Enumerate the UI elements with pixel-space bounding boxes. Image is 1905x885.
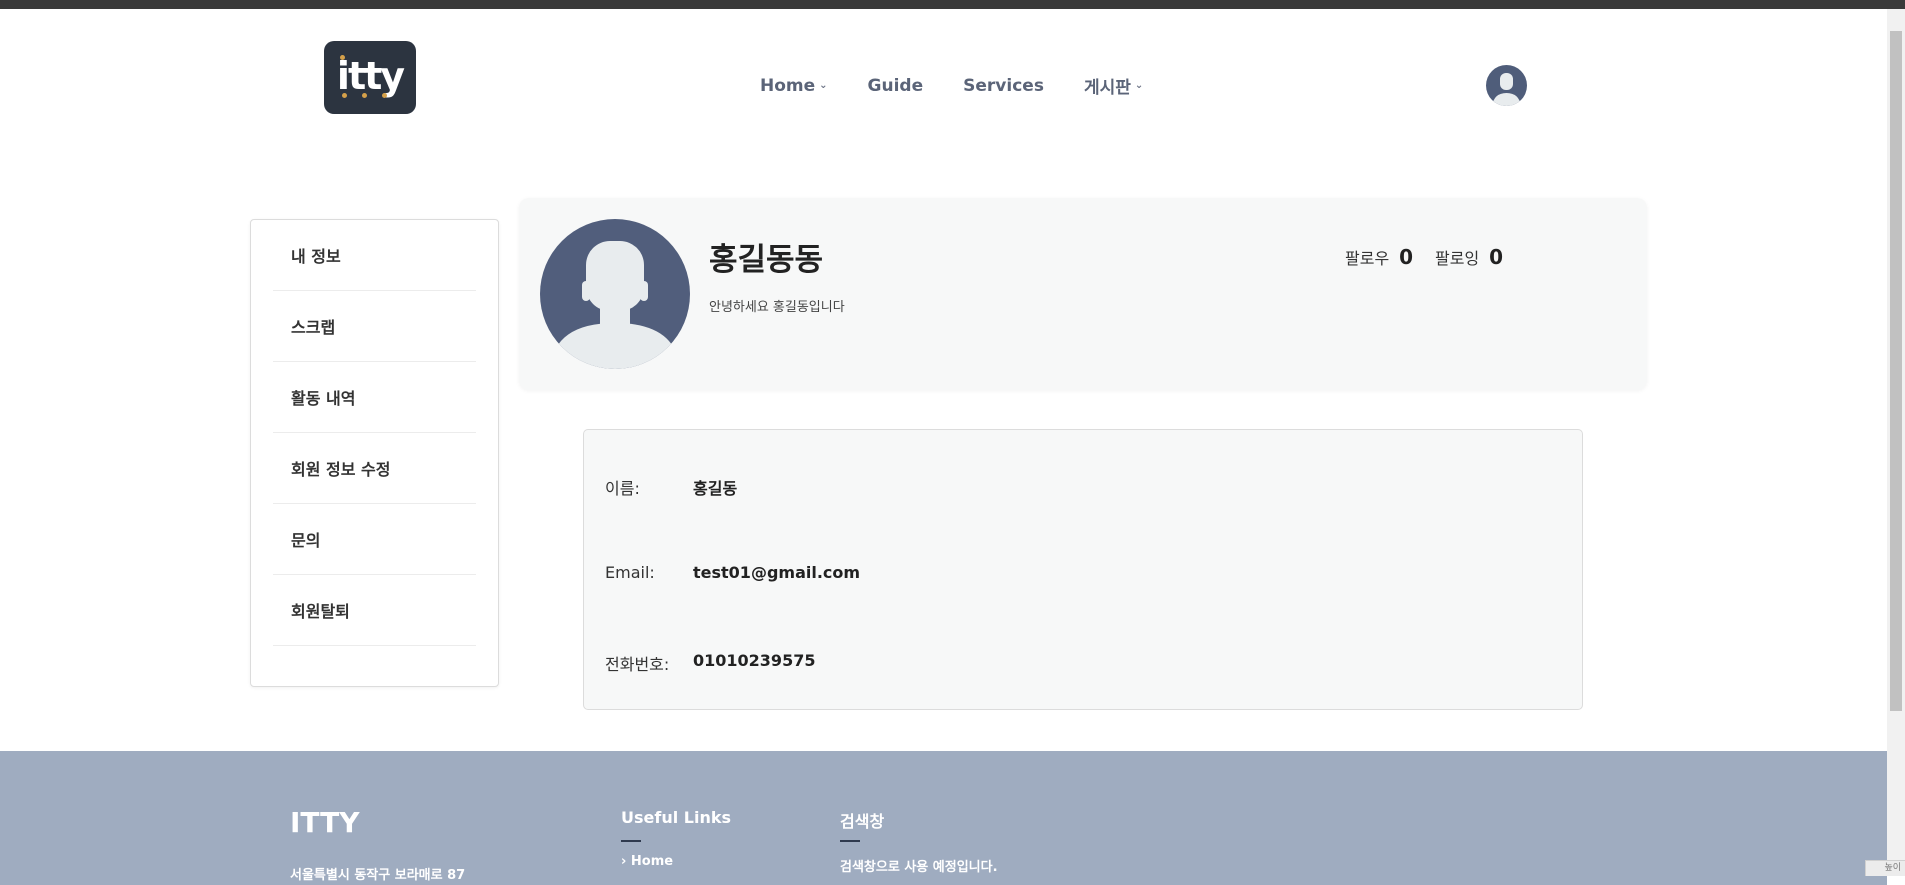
- profile-bio: 안녕하세요 홍길동입니다: [709, 296, 845, 315]
- followers-stat[interactable]: 팔로우 0: [1345, 245, 1413, 269]
- sidebar-item-label: 회원탈퇴: [291, 598, 350, 622]
- nav-board[interactable]: 게시판 ⌄: [1084, 73, 1143, 98]
- user-info-card: 이름: 홍길동 Email: test01@gmail.com 전화번호: 01…: [583, 429, 1583, 710]
- sidebar-item-label: 회원 정보 수정: [291, 456, 390, 480]
- nav-services-label: Services: [963, 76, 1044, 96]
- logo-dot-icon: [340, 55, 345, 60]
- vertical-scrollbar[interactable]: [1887, 9, 1905, 876]
- logo-text: itty: [337, 54, 403, 98]
- profile-card: 홍길동동 안녕하세요 홍길동입니다 팔로우 0 팔로잉 0: [519, 198, 1647, 390]
- chevron-down-icon: ⌄: [1135, 80, 1143, 91]
- profile-name: 홍길동동: [709, 234, 823, 279]
- logo-dot-icon: [342, 93, 347, 98]
- footer-search-text: 검색창으로 사용 예정입니다.: [840, 856, 998, 875]
- user-avatar-icon: [1486, 65, 1527, 106]
- nav-services[interactable]: Services: [963, 73, 1044, 98]
- page: itty Home ⌄ Guide Services 게시판 ⌄ 내 정보 스크…: [0, 9, 1887, 876]
- sidebar-item-withdraw[interactable]: 회원탈퇴: [273, 575, 476, 646]
- followers-count: 0: [1399, 245, 1413, 269]
- browser-top-bar: [0, 0, 1905, 9]
- main-nav: Home ⌄ Guide Services 게시판 ⌄: [760, 73, 1183, 98]
- nav-guide-label: Guide: [868, 76, 924, 96]
- name-label: 이름:: [605, 475, 693, 499]
- sidebar-item-my-info[interactable]: 내 정보: [273, 220, 476, 291]
- nav-guide[interactable]: Guide: [868, 73, 924, 98]
- sidebar-item-label: 스크랩: [291, 314, 335, 338]
- sidebar-item-edit-profile[interactable]: 회원 정보 수정: [273, 433, 476, 504]
- info-row-email: Email: test01@gmail.com: [605, 563, 860, 582]
- profile-avatar[interactable]: [540, 219, 690, 369]
- footer-divider: [621, 840, 641, 842]
- nav-home[interactable]: Home ⌄: [760, 73, 828, 98]
- email-label: Email:: [605, 563, 693, 582]
- phone-value: 01010239575: [693, 651, 815, 675]
- sidebar-item-inquiry[interactable]: 문의: [273, 504, 476, 575]
- following-label: 팔로잉: [1435, 245, 1479, 269]
- sidebar-item-label: 문의: [291, 527, 320, 551]
- phone-label: 전화번호:: [605, 651, 693, 675]
- footer-links-title: Useful Links: [621, 808, 731, 827]
- site-logo[interactable]: itty: [324, 41, 416, 114]
- chevron-down-icon: ⌄: [819, 80, 827, 91]
- footer-search-title: 검색창: [840, 808, 884, 832]
- resize-label: 높이: [1884, 863, 1901, 873]
- info-row-phone: 전화번호: 01010239575: [605, 651, 815, 675]
- nav-board-label: 게시판: [1084, 73, 1131, 98]
- followers-label: 팔로우: [1345, 245, 1389, 269]
- info-row-name: 이름: 홍길동: [605, 475, 737, 499]
- scrollbar-thumb[interactable]: [1890, 31, 1902, 711]
- chevron-right-icon: ›: [621, 854, 631, 869]
- logo-dot-icon: [382, 93, 387, 98]
- email-value: test01@gmail.com: [693, 563, 860, 582]
- user-avatar-icon: [540, 219, 690, 369]
- footer-brand: ITTY: [290, 806, 360, 839]
- logo-dot-icon: [362, 93, 367, 98]
- footer-divider: [840, 840, 860, 842]
- footer-link-label: Home: [631, 854, 673, 869]
- name-value: 홍길동: [693, 475, 737, 499]
- footer-address: 서울특별시 동작구 보라매로 87: [290, 864, 465, 883]
- sidebar-item-label: 내 정보: [291, 243, 341, 267]
- mypage-sidebar: 내 정보 스크랩 활동 내역 회원 정보 수정 문의 회원탈퇴: [250, 219, 499, 687]
- sidebar-item-activity[interactable]: 활동 내역: [273, 362, 476, 433]
- footer-link-home[interactable]: › Home: [621, 854, 673, 869]
- following-count: 0: [1489, 245, 1503, 269]
- sidebar-item-label: 활동 내역: [291, 385, 355, 409]
- header-user-avatar[interactable]: [1486, 65, 1527, 106]
- site-footer: ITTY 서울특별시 동작구 보라매로 87 Useful Links › Ho…: [0, 751, 1887, 885]
- sidebar-item-scrap[interactable]: 스크랩: [273, 291, 476, 362]
- window-resize-corner[interactable]: 높이: [1865, 860, 1905, 876]
- following-stat[interactable]: 팔로잉 0: [1435, 245, 1503, 269]
- nav-home-label: Home: [760, 76, 815, 96]
